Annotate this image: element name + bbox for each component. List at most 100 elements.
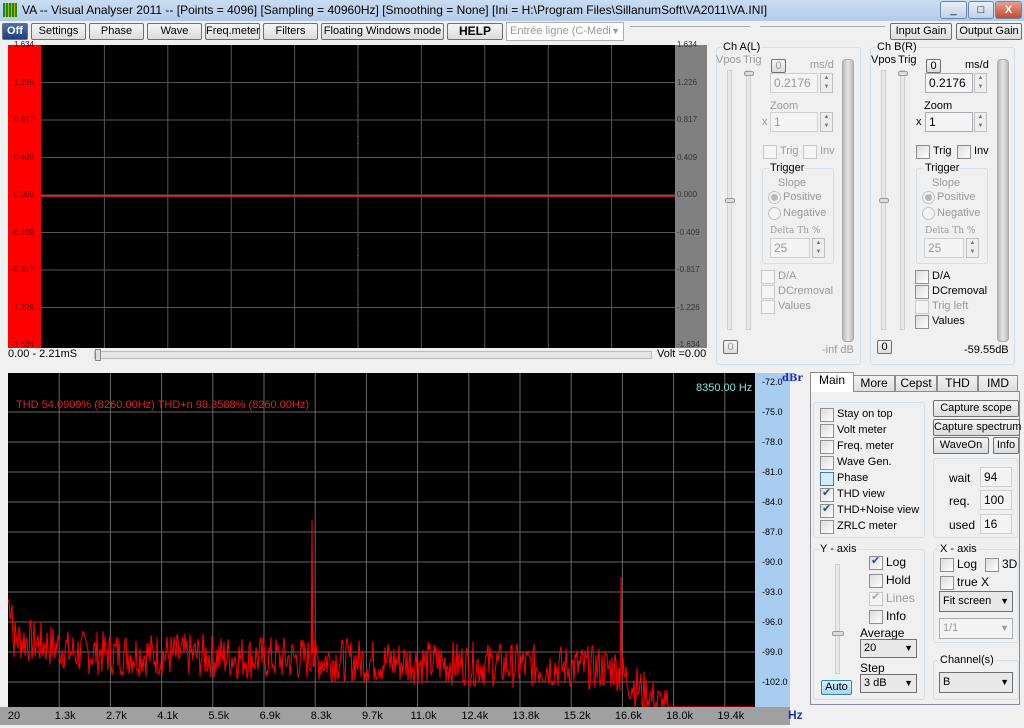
cha-zoom-field[interactable]: 1: [770, 112, 818, 132]
output-gain-slider[interactable]: [760, 26, 885, 36]
wave-gen-checkbox[interactable]: Wave Gen.: [820, 456, 892, 470]
chb-delta-field[interactable]: 25: [924, 238, 964, 258]
chb-trig-slider[interactable]: [898, 70, 908, 330]
true-x-checkbox[interactable]: true X: [940, 576, 989, 590]
chb-msd-field[interactable]: 0.2176: [925, 73, 973, 93]
thd-noise-view-checkbox[interactable]: THD+Noise view: [820, 503, 919, 518]
input-gain-slider[interactable]: [630, 26, 750, 36]
freqmeter-button[interactable]: Freq.meter: [205, 23, 260, 40]
dropdown-arrow-icon: ▼: [611, 26, 620, 36]
lines-checkbox[interactable]: Lines: [869, 591, 915, 606]
x-tick-label: 13.8k: [512, 710, 540, 722]
capture-scope-button[interactable]: Capture scope: [933, 400, 1019, 417]
hold-checkbox[interactable]: Hold: [869, 574, 911, 588]
tab-imd[interactable]: IMD: [978, 375, 1018, 391]
phase-checkbox[interactable]: Phase: [820, 472, 868, 486]
chb-zero-button[interactable]: 0: [926, 59, 941, 73]
y-range-slider[interactable]: [832, 564, 844, 674]
cha-negative-radio[interactable]: Negative: [768, 207, 826, 220]
capture-spectrum-button[interactable]: Capture spectrum: [933, 419, 1021, 436]
chb-values-checkbox[interactable]: Values: [915, 315, 965, 329]
chb-trig-checkbox[interactable]: Trig: [916, 145, 952, 159]
cha-delta-spinner[interactable]: ▲ ▼: [812, 238, 825, 258]
auto-button[interactable]: Auto: [821, 680, 852, 695]
fit-screen-select[interactable]: Fit screen ▼: [939, 591, 1013, 612]
tab-cepst[interactable]: Cepst: [895, 375, 937, 391]
tab-main[interactable]: Main: [810, 372, 854, 392]
freq-meter-checkbox[interactable]: Freq. meter: [820, 440, 894, 454]
chb-vpos-slider[interactable]: [879, 70, 889, 330]
chb-zoom-field[interactable]: 1: [925, 112, 973, 132]
zrlc-meter-checkbox[interactable]: ZRLC meter: [820, 520, 897, 534]
chb-msd-spinner[interactable]: ▲ ▼: [974, 73, 987, 93]
settings-button[interactable]: Settings: [31, 23, 86, 40]
filters-button[interactable]: Filters: [263, 23, 318, 40]
cha-reset-button[interactable]: 0: [723, 340, 738, 354]
waveon-button[interactable]: WaveOn: [933, 437, 989, 454]
chb-negative-radio[interactable]: Negative: [922, 207, 980, 220]
stay-on-top-checkbox[interactable]: Stay on top: [820, 408, 893, 422]
tab-thd[interactable]: THD: [937, 375, 978, 391]
output-gain-button[interactable]: Output Gain: [956, 23, 1022, 40]
dropdown-arrow-icon: ▼: [1000, 623, 1009, 633]
cha-msd-field[interactable]: 0.2176: [770, 73, 818, 93]
step-label: Step: [860, 661, 885, 675]
wait-value: 94: [980, 467, 1012, 487]
ratio-select[interactable]: 1/1 ▼: [939, 618, 1013, 639]
cha-zoom-spinner[interactable]: ▲ ▼: [820, 112, 833, 132]
cha-values-checkbox[interactable]: Values: [761, 300, 811, 314]
x-tick-label: 16.6k: [614, 710, 642, 722]
cha-zero-button[interactable]: 0: [771, 59, 786, 73]
step-select[interactable]: 3 dB ▼: [860, 674, 917, 693]
chb-positive-radio[interactable]: Positive: [922, 191, 976, 204]
chb-trigleft-checkbox[interactable]: Trig left: [915, 300, 968, 314]
chb-reset-button[interactable]: 0: [877, 340, 892, 354]
input-gain-button[interactable]: Input Gain: [890, 23, 952, 40]
cha-msd-spinner[interactable]: ▲ ▼: [820, 73, 833, 93]
x-log-checkbox[interactable]: Log: [940, 558, 977, 572]
cha-msd-label: ms/d: [810, 59, 834, 71]
minimize-button[interactable]: _: [940, 1, 967, 19]
help-button[interactable]: HELP: [447, 23, 503, 40]
scope-y-tick-right: 1.226: [677, 77, 698, 87]
chb-zoom-spinner[interactable]: ▲ ▼: [974, 112, 987, 132]
off-button[interactable]: Off: [2, 23, 28, 40]
cha-dcremoval-checkbox[interactable]: DCremoval: [761, 285, 833, 299]
average-select[interactable]: 20 ▼: [860, 639, 917, 658]
chb-delta-spinner[interactable]: ▲ ▼: [966, 238, 979, 258]
spectrum-plot[interactable]: THD 54.0909% (8260.00Hz) THD+n 98.3588% …: [7, 373, 755, 713]
cha-trig-label: Trig: [743, 54, 762, 66]
phase-button[interactable]: Phase: [89, 23, 144, 40]
thd-readout: THD 54.0909% (8260.00Hz) THD+n 98.3588% …: [16, 399, 309, 411]
info-button[interactable]: Info: [993, 437, 1019, 454]
cha-trig-slider[interactable]: [744, 70, 754, 330]
cha-delta-field[interactable]: 25: [770, 238, 810, 258]
scope-y-tick: 0.000: [13, 190, 34, 199]
y-info-checkbox[interactable]: Info: [869, 610, 906, 624]
maximize-button[interactable]: □: [968, 1, 994, 19]
time-scroll-slider[interactable]: [94, 349, 652, 361]
channel-select[interactable]: B ▼: [939, 672, 1013, 693]
volt-meter-checkbox[interactable]: Volt meter: [820, 424, 887, 438]
close-button[interactable]: X: [995, 1, 1022, 19]
3d-checkbox[interactable]: 3D: [985, 558, 1017, 572]
scope-grid: [41, 45, 675, 348]
tab-more[interactable]: More: [853, 375, 895, 391]
wave-button[interactable]: Wave: [147, 23, 202, 40]
cha-da-checkbox[interactable]: D/A: [761, 270, 796, 284]
chb-dcremoval-checkbox[interactable]: DCremoval: [915, 285, 987, 299]
scope-plot[interactable]: [41, 45, 675, 348]
average-label: Average: [860, 626, 905, 640]
cha-positive-radio[interactable]: Positive: [768, 191, 822, 204]
cha-trig-checkbox[interactable]: Trig: [763, 145, 799, 159]
cha-vpos-slider[interactable]: [725, 70, 735, 330]
y-axis-label: Y - axis: [819, 543, 858, 555]
input-device-select[interactable]: Entrée ligne (C-Medi ▼: [506, 22, 624, 41]
y-log-checkbox[interactable]: Log: [869, 555, 906, 570]
floating-windows-button[interactable]: Floating Windows mode: [321, 23, 444, 40]
scope-y-tick: 0.409: [13, 152, 34, 162]
cha-inv-checkbox[interactable]: Inv: [803, 145, 835, 159]
chb-da-checkbox[interactable]: D/A: [915, 270, 950, 284]
chb-inv-checkbox[interactable]: Inv: [957, 145, 989, 159]
thd-view-checkbox[interactable]: THD view: [820, 487, 885, 502]
